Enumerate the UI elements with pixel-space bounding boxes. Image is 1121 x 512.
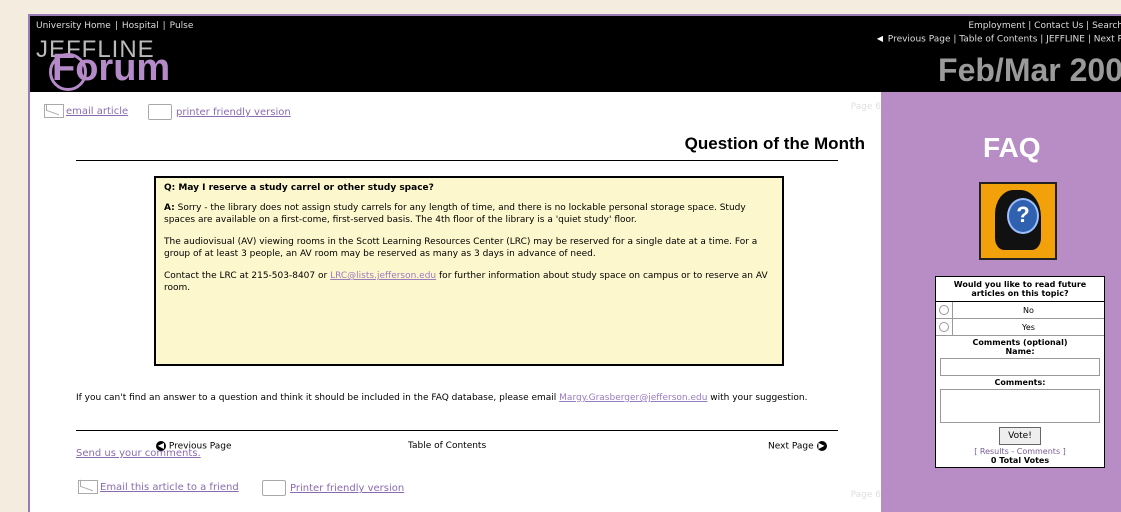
previous-arrow-icon: ◀ — [156, 441, 166, 451]
forum-logo: Forum — [49, 47, 170, 91]
answer-paragraph-2: The audiovisual (AV) viewing rooms in th… — [164, 237, 758, 259]
forum-ring-icon — [49, 53, 87, 91]
question-text: Q: May I reserve a study carrel or other… — [164, 183, 434, 193]
comments-heading: Comments (optional) — [972, 338, 1068, 347]
answer-paragraph-1: A: Sorry - the library does not assign s… — [164, 203, 746, 225]
question-mark-icon: ? — [1007, 198, 1039, 234]
site-header: University Home | Hospital | Pulse Employmen… — [30, 16, 1121, 92]
name-input[interactable] — [940, 358, 1100, 376]
next-page-link[interactable]: Next Page ▶ — [768, 441, 827, 452]
prev-page-link[interactable]: ◀ Previous Page — [156, 441, 232, 452]
link-contact-us[interactable]: Contact Us — [1034, 21, 1083, 31]
link-search[interactable]: Search — [1092, 21, 1121, 31]
faq-title: FAQ — [983, 132, 1041, 163]
poll-form: Would you like to read future articles o… — [935, 276, 1105, 468]
previous-arrow-icon[interactable]: ◀ — [874, 34, 885, 44]
link-table-of-contents[interactable]: Table of Contents — [959, 35, 1037, 45]
toc-link[interactable]: Table of Contents — [408, 441, 486, 451]
email-friend-link[interactable]: Email this article to a friend — [78, 480, 239, 494]
name-label: Name: — [1005, 347, 1035, 356]
poll-option-yes[interactable]: Yes — [936, 319, 1104, 336]
printer-friendly-link[interactable]: printer friendly version — [148, 104, 291, 120]
question-box: Q: May I reserve a study carrel or other… — [154, 176, 784, 366]
email-article-link[interactable]: email article — [44, 104, 128, 118]
link-hospital[interactable]: Hospital — [122, 21, 159, 31]
faq-email-link[interactable]: Margy.Grasberger@jefferson.edu — [559, 393, 707, 403]
printer-icon — [148, 104, 172, 120]
link-jeffline[interactable]: JEFFLINE — [1046, 35, 1085, 45]
top-links: University Home | Hospital | Pulse — [36, 21, 194, 31]
divider-2 — [76, 430, 838, 431]
envelope-icon — [44, 104, 64, 118]
link-previous-page[interactable]: Previous Page — [888, 35, 951, 45]
page-marker-bottom: Page 6 — [850, 490, 881, 500]
link-employment[interactable]: Employment — [968, 21, 1025, 31]
issue-date: Feb/Mar 200 — [938, 52, 1121, 88]
next-arrow-icon: ▶ — [816, 441, 827, 451]
total-votes: 0 Total Votes — [990, 456, 1050, 465]
divider — [76, 160, 838, 161]
link-next-page[interactable]: Next P — [1094, 35, 1121, 45]
results-comments-links[interactable]: [ Results - Comments ] — [936, 447, 1104, 456]
sidebar: FAQ ? Would you like to read future arti… — [881, 92, 1121, 512]
page-frame: University Home | Hospital | Pulse Employmen… — [28, 14, 1121, 512]
link-university-home[interactable]: University Home — [36, 21, 111, 31]
envelope-icon — [78, 480, 98, 494]
faq-suggestion-text: If you can't find an answer to a questio… — [76, 393, 808, 403]
faq-question-icon: ? — [979, 182, 1057, 260]
printer-icon — [262, 480, 286, 496]
page-marker-top: Page 6 — [850, 102, 881, 112]
printer-friendly-link-2[interactable]: Printer friendly version — [262, 480, 404, 496]
radio-no[interactable] — [939, 305, 949, 315]
comments-textarea[interactable] — [940, 389, 1100, 423]
radio-yes[interactable] — [939, 322, 949, 332]
lrc-email-link[interactable]: LRC@lists.jefferson.edu — [330, 271, 436, 281]
section-title: Question of the Month — [684, 134, 865, 153]
poll-option-no[interactable]: No — [936, 302, 1104, 319]
page-nav-links: ◀ Previous Page | Table of Contents | JE… — [874, 34, 1121, 45]
answer-paragraph-3: Contact the LRC at 215-503-8407 or LRC@l… — [164, 271, 768, 293]
link-pulse[interactable]: Pulse — [170, 21, 194, 31]
poll-question: Would you like to read future articles o… — [936, 277, 1104, 302]
utility-links: Employment | Contact Us | Search — [968, 21, 1121, 31]
vote-button[interactable]: Vote! — [999, 427, 1041, 445]
comments-label: Comments: — [994, 378, 1046, 387]
